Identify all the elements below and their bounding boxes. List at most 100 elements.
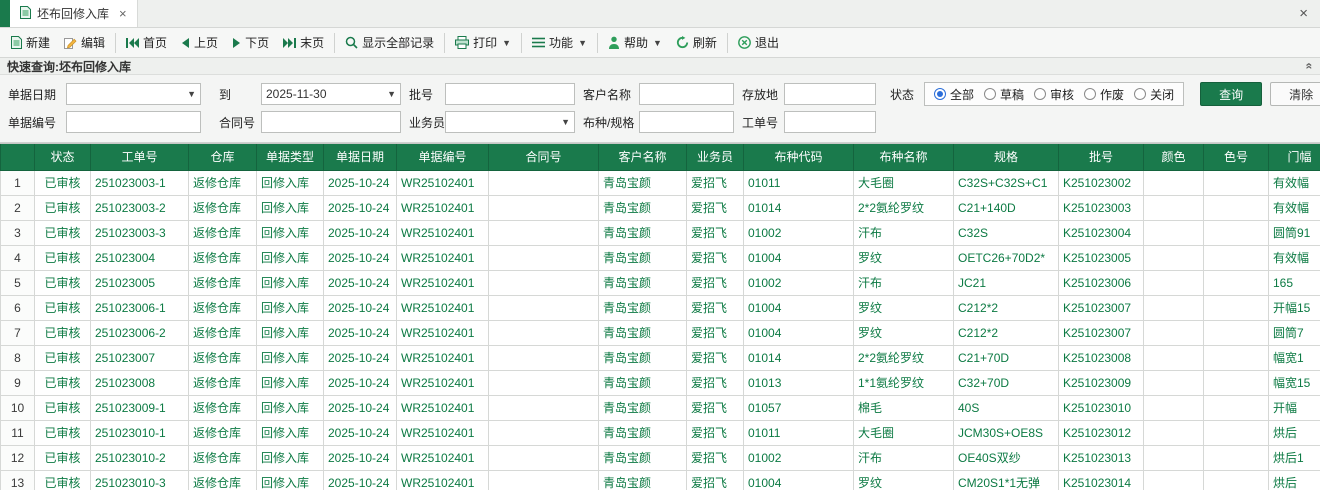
location-input[interactable] (784, 83, 876, 105)
table-row[interactable]: 7 已审核 251023006-2 返修仓库 回修入库 2025-10-24 WR25102… (0, 319, 1320, 346)
cell (1143, 244, 1204, 271)
workorder-input[interactable] (784, 111, 876, 133)
date-to-combo[interactable]: 2025-11-30 ▼ (261, 83, 401, 105)
cell (488, 269, 599, 296)
chevron-down-icon: ▼ (187, 89, 196, 99)
column-header[interactable]: 仓库 (188, 144, 257, 171)
first-page-button[interactable]: 首页 (119, 31, 174, 54)
table-row[interactable]: 5 已审核 251023005 返修仓库 回修入库 2025-10-24 WR2510240… (0, 269, 1320, 296)
column-header[interactable]: 批号 (1058, 144, 1144, 171)
column-header[interactable]: 布种代码 (743, 144, 854, 171)
table-row[interactable]: 1 已审核 251023003-1 返修仓库 回修入库 2025-10-24 WR25102… (0, 169, 1320, 196)
column-header[interactable]: 色号 (1203, 144, 1269, 171)
status-radio-作废[interactable]: 作废 (1084, 86, 1124, 103)
status-radio-审核[interactable]: 审核 (1034, 86, 1074, 103)
window-close-icon[interactable]: × (1287, 5, 1320, 22)
table-row[interactable]: 12 已审核 251023010-2 返修仓库 回修入库 2025-10-24 WR2510… (0, 444, 1320, 471)
functions-button[interactable]: 功能 ▼ (525, 31, 594, 54)
column-header[interactable] (0, 144, 35, 171)
status-radio-全部[interactable]: 全部 (934, 86, 974, 103)
column-header[interactable]: 状态 (34, 144, 91, 171)
cell: 爱招飞 (686, 419, 744, 446)
batch-input[interactable] (445, 83, 575, 105)
new-button[interactable]: 新建 (4, 31, 57, 54)
column-header[interactable]: 规格 (953, 144, 1059, 171)
query-button[interactable]: 查询 (1200, 82, 1263, 106)
print-button[interactable]: 打印 ▼ (448, 31, 518, 54)
cell: 爱招飞 (686, 219, 744, 246)
table-row[interactable]: 9 已审核 251023008 返修仓库 回修入库 2025-10-24 WR2510240… (0, 369, 1320, 396)
next-page-button[interactable]: 下页 (225, 31, 276, 54)
status-radio-关闭[interactable]: 关闭 (1134, 86, 1174, 103)
cell: 罗纹 (853, 319, 954, 346)
cell: 01002 (743, 269, 854, 296)
row-number: 2 (0, 194, 35, 221)
column-header[interactable]: 颜色 (1143, 144, 1204, 171)
exit-button[interactable]: 退出 (731, 31, 786, 54)
cell: 有效幅 (1268, 244, 1320, 271)
column-header[interactable]: 工单号 (90, 144, 189, 171)
filter-row-1: 单据日期 ▼ 到 2025-11-30 ▼ 批号 客户名称 存放地 状态 全部 草… (0, 80, 1320, 108)
cell: 爱招飞 (686, 194, 744, 221)
cell (488, 469, 599, 490)
table-row[interactable]: 10 已审核 251023009-1 返修仓库 回修入库 2025-10-24 WR2510… (0, 394, 1320, 421)
customer-input[interactable] (639, 83, 734, 105)
table-row[interactable]: 6 已审核 251023006-1 返修仓库 回修入库 2025-10-24 WR25102… (0, 294, 1320, 321)
row-number: 11 (0, 419, 35, 446)
column-header[interactable]: 布种名称 (853, 144, 954, 171)
workorder-label: 工单号 (742, 115, 779, 130)
cell (488, 319, 599, 346)
toolbar: 新建 编辑 首页 上页 下页 末页 显示全部记录 打印 ▼ 功能 ▼ 帮助 ▼ 刷新 退出 (0, 28, 1320, 58)
status-radio-草稿[interactable]: 草稿 (984, 86, 1024, 103)
grid-table: 状态 工单号 仓库 单据类型 单据日期 单据编号 合同号 客户名称 业务员 布种代码 布种名称 规格批… (0, 144, 1320, 490)
column-header[interactable]: 合同号 (488, 144, 599, 171)
cell: 开幅15 (1268, 294, 1320, 321)
cell: WR25102401 (396, 194, 489, 221)
cell (1203, 244, 1269, 271)
tab-close-icon[interactable]: × (119, 6, 127, 21)
table-row[interactable]: 2 已审核 251023003-2 返修仓库 回修入库 2025-10-24 WR25102… (0, 194, 1320, 221)
toolbar-button-label: 帮助 (623, 36, 648, 50)
date-from-combo[interactable]: ▼ (66, 83, 201, 105)
salesman-combo[interactable]: ▼ (445, 111, 575, 133)
chevron-down-icon: ▼ (387, 89, 396, 99)
table-row[interactable]: 11 已审核 251023010-1 返修仓库 回修入库 2025-10-24 WR2510… (0, 419, 1320, 446)
prev-page-button[interactable]: 上页 (174, 31, 225, 54)
cell (1143, 444, 1204, 471)
cell: C21+70D (953, 344, 1059, 371)
clear-button[interactable]: 清除 (1270, 82, 1320, 106)
contract-input[interactable] (261, 111, 401, 133)
column-header[interactable]: 业务员 (686, 144, 744, 171)
show-all-records-button[interactable]: 显示全部记录 (338, 31, 441, 54)
table-row[interactable]: 13 已审核 251023010-3 返修仓库 回修入库 2025-10-24 WR2510… (0, 469, 1320, 490)
cell: 251023003-2 (90, 194, 189, 221)
cell: 2*2氨纶罗纹 (853, 194, 954, 221)
date-label: 单据日期 (8, 87, 57, 102)
radio-icon (1034, 88, 1047, 100)
cell: 青岛宝颜 (598, 469, 687, 490)
cell (1143, 294, 1204, 321)
cell: 251023003-1 (90, 169, 189, 196)
cell (1203, 169, 1269, 196)
collapse-chevron-icon[interactable]: « (1303, 63, 1317, 70)
edit-button[interactable]: 编辑 (57, 31, 112, 54)
column-header[interactable]: 单据类型 (256, 144, 324, 171)
refresh-button[interactable]: 刷新 (669, 31, 724, 54)
column-header[interactable]: 单据编号 (396, 144, 489, 171)
cell: 回修入库 (256, 394, 324, 421)
table-row[interactable]: 4 已审核 251023004 返修仓库 回修入库 2025-10-24 WR2510240… (0, 244, 1320, 271)
tab-grey-fabric-repair-inbound[interactable]: 坯布回修入库 × (10, 0, 138, 27)
cell: WR25102401 (396, 169, 489, 196)
cell: 251023008 (90, 369, 189, 396)
cell (1143, 319, 1204, 346)
cell (488, 369, 599, 396)
table-row[interactable]: 8 已审核 251023007 返修仓库 回修入库 2025-10-24 WR2510240… (0, 344, 1320, 371)
last-page-button[interactable]: 末页 (276, 31, 331, 54)
column-header[interactable]: 单据日期 (323, 144, 397, 171)
column-header[interactable]: 门幅 (1268, 144, 1320, 171)
fabric-spec-input[interactable] (639, 111, 734, 133)
column-header[interactable]: 客户名称 (598, 144, 687, 171)
docno-input[interactable] (66, 111, 201, 133)
help-button[interactable]: 帮助 ▼ (601, 31, 669, 54)
table-row[interactable]: 3 已审核 251023003-3 返修仓库 回修入库 2025-10-24 WR25102… (0, 219, 1320, 246)
